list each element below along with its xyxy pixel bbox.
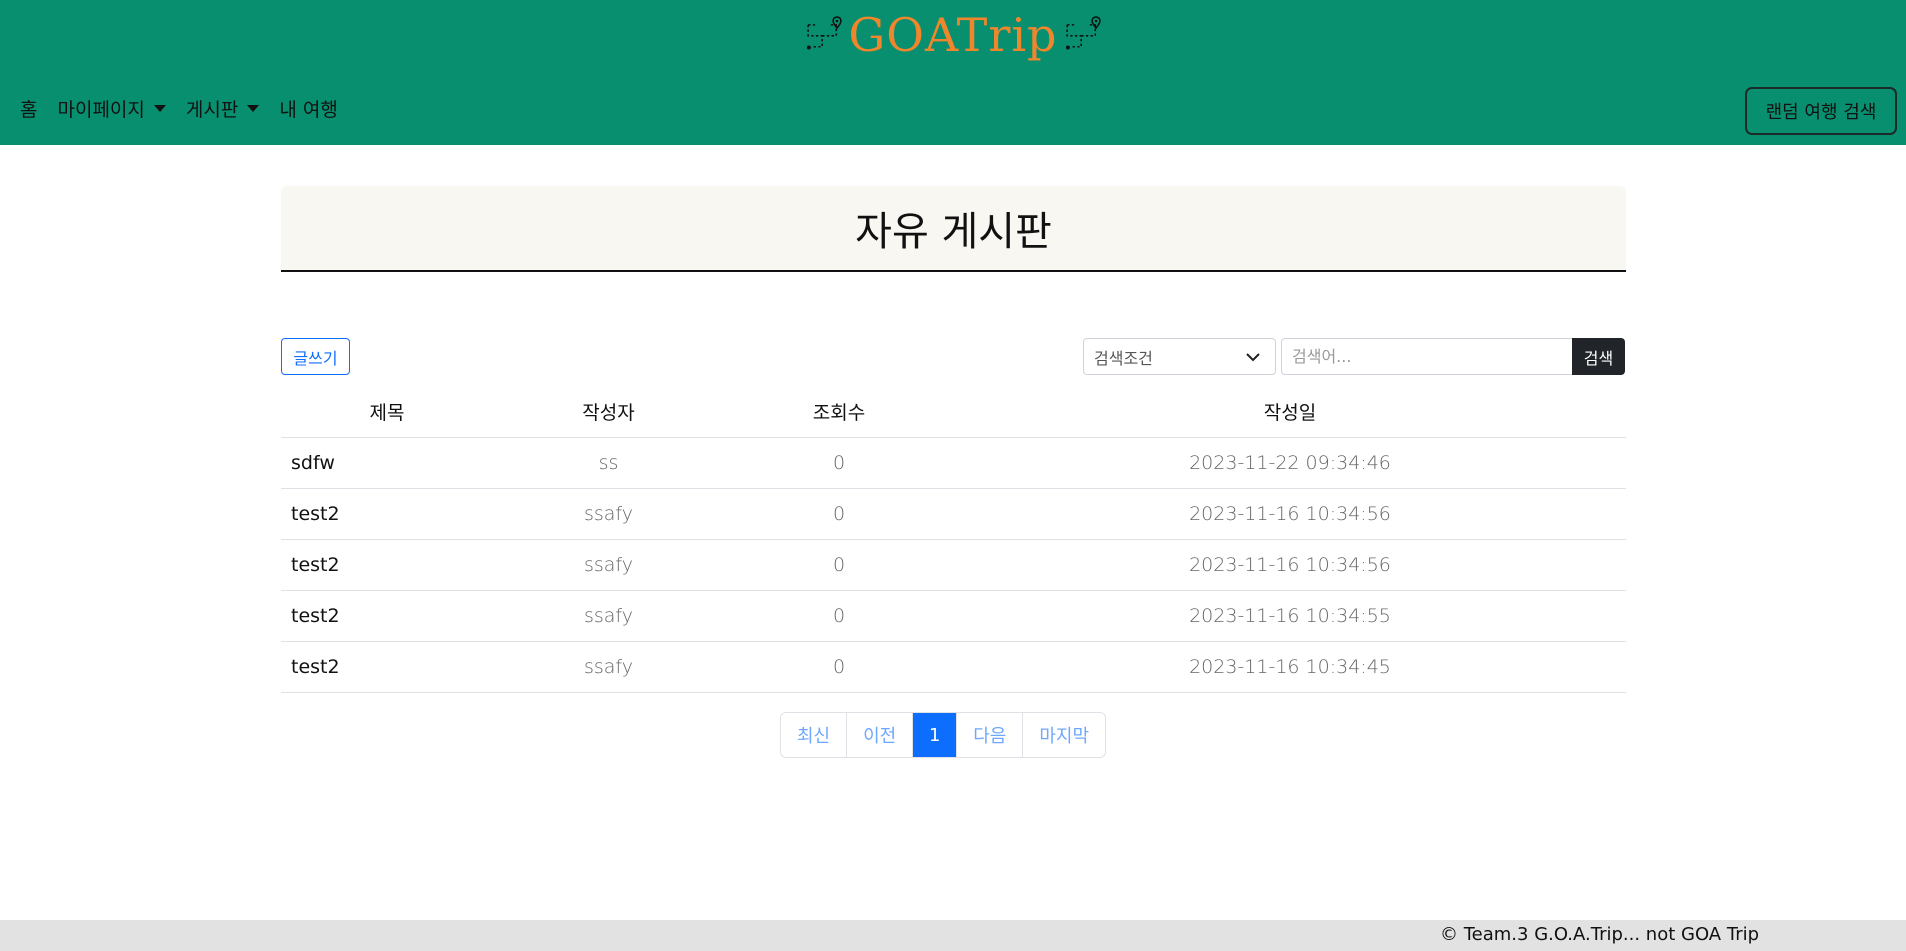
post-date: 2023-11-16 10:34:56 <box>954 539 1626 591</box>
nav-home-label: 홈 <box>20 98 38 121</box>
main-nav: 홈 마이페이지 게시판 내 여행 <box>10 90 348 126</box>
post-date: 2023-11-16 10:34:45 <box>954 641 1626 693</box>
board-table: 제목 작성자 조회수 작성일 sdfw ss 0 2023-11-22 09:3… <box>281 386 1626 693</box>
table-row[interactable]: test2 ssafy 0 2023-11-16 10:34:56 <box>281 488 1626 540</box>
post-date: 2023-11-16 10:34:55 <box>954 590 1626 642</box>
post-author: ssafy <box>493 488 724 540</box>
table-header-row: 제목 작성자 조회수 작성일 <box>281 386 1626 438</box>
post-title[interactable]: sdfw <box>281 437 493 489</box>
page-next-button[interactable]: 다음 <box>957 713 1024 757</box>
search-condition-value: 검색조건 <box>1094 348 1153 368</box>
page-last-button[interactable]: 마지막 <box>1023 713 1106 757</box>
post-author: ss <box>493 437 724 489</box>
caret-down-icon <box>247 104 260 112</box>
site-footer: © Team.3 G.O.A.Trip... not GOA Trip <box>0 920 1906 951</box>
pagination: 최신 이전 1 다음 마지막 <box>780 712 1107 758</box>
logo-text: GOATrip <box>848 8 1058 62</box>
nav-my-trip[interactable]: 내 여행 <box>269 95 347 122</box>
table-row[interactable]: sdfw ss 0 2023-11-22 09:34:46 <box>281 437 1626 489</box>
nav-my-trip-label: 내 여행 <box>279 98 338 121</box>
search-input[interactable] <box>1281 338 1572 375</box>
post-title[interactable]: test2 <box>281 488 493 540</box>
column-header-date: 작성일 <box>954 386 1626 438</box>
search-button[interactable]: 검색 <box>1572 338 1625 375</box>
column-header-views: 조회수 <box>724 386 954 438</box>
route-pin-icon <box>806 16 842 50</box>
post-author: ssafy <box>493 539 724 591</box>
site-header: GOATrip 홈 마이페이지 게시판 내 여행 랜덤 여행 검색 <box>0 0 1906 145</box>
post-views: 0 <box>724 488 954 540</box>
chevron-down-icon <box>1246 352 1260 361</box>
page-first-button[interactable]: 최신 <box>781 713 848 757</box>
post-title[interactable]: test2 <box>281 641 493 693</box>
post-date: 2023-11-16 10:34:56 <box>954 488 1626 540</box>
page-prev-button[interactable]: 이전 <box>847 713 914 757</box>
random-trip-search-button[interactable]: 랜덤 여행 검색 <box>1745 87 1897 135</box>
board-title-box: 자유 게시판 <box>281 186 1626 272</box>
page-current-button[interactable]: 1 <box>913 713 958 757</box>
nav-home[interactable]: 홈 <box>10 95 47 122</box>
table-row[interactable]: test2 ssafy 0 2023-11-16 10:34:56 <box>281 539 1626 591</box>
post-author: ssafy <box>493 590 724 642</box>
nav-board-dropdown[interactable]: 게시판 <box>176 95 269 122</box>
nav-board-label: 게시판 <box>185 98 239 121</box>
post-views: 0 <box>724 437 954 489</box>
write-post-button[interactable]: 글쓰기 <box>281 338 350 375</box>
footer-text: © Team.3 G.O.A.Trip... not GOA Trip <box>1440 924 1760 945</box>
post-views: 0 <box>724 590 954 642</box>
table-row[interactable]: test2 ssafy 0 2023-11-16 10:34:45 <box>281 641 1626 693</box>
table-row[interactable]: test2 ssafy 0 2023-11-16 10:34:55 <box>281 590 1626 642</box>
post-title[interactable]: test2 <box>281 590 493 642</box>
caret-down-icon <box>153 104 166 112</box>
route-pin-icon <box>1065 16 1101 50</box>
post-title[interactable]: test2 <box>281 539 493 591</box>
nav-mypage-label: 마이페이지 <box>57 98 145 121</box>
post-views: 0 <box>724 641 954 693</box>
post-views: 0 <box>724 539 954 591</box>
post-author: ssafy <box>493 641 724 693</box>
nav-mypage-dropdown[interactable]: 마이페이지 <box>47 95 175 122</box>
page-title: 자유 게시판 <box>855 209 1052 255</box>
search-condition-select[interactable]: 검색조건 <box>1083 338 1276 375</box>
post-date: 2023-11-22 09:34:46 <box>954 437 1626 489</box>
column-header-author: 작성자 <box>493 386 724 438</box>
site-logo[interactable]: GOATrip <box>805 4 1101 66</box>
column-header-title: 제목 <box>281 386 493 438</box>
